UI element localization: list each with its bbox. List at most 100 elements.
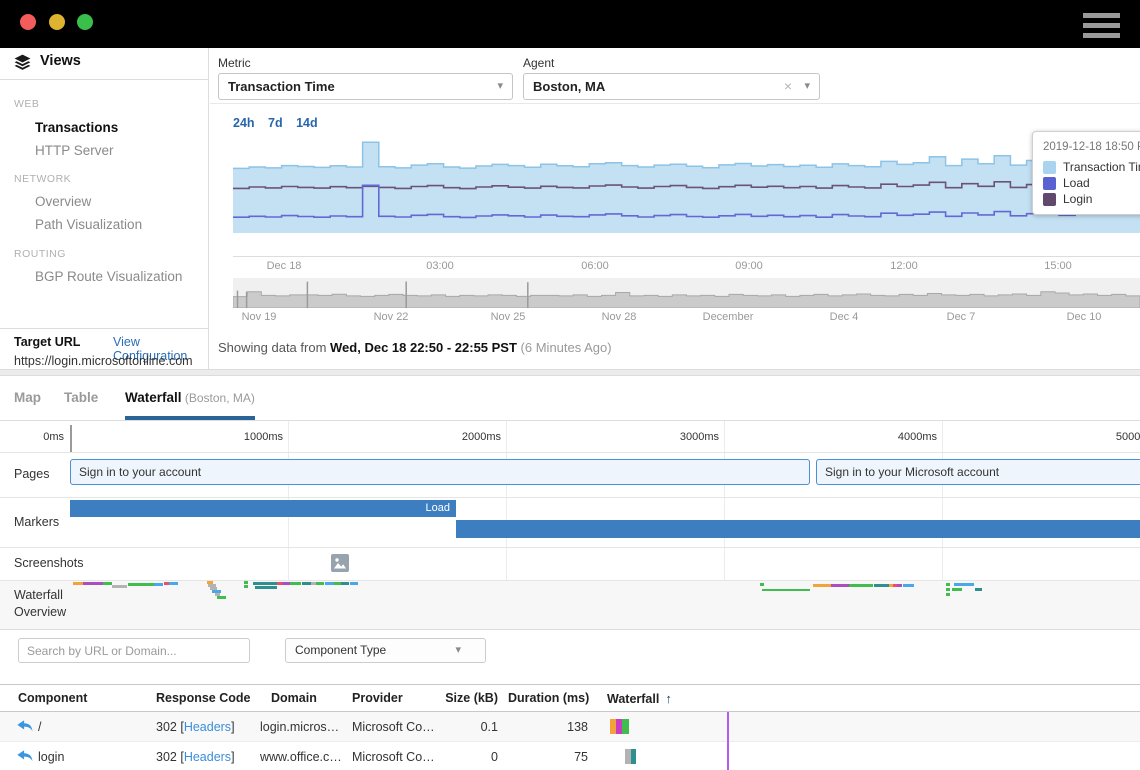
wf-axis-tick: 5000ms <box>1080 431 1140 443</box>
sidebar-item-path-visualization[interactable]: Path Visualization <box>35 217 142 232</box>
time-range-links: 24h 7d 14d <box>233 116 328 130</box>
legend-swatch-login <box>1043 193 1056 206</box>
zoom-window-icon[interactable] <box>77 14 93 30</box>
waterfall-segment <box>622 719 629 734</box>
cell-provider: Microsoft Co… <box>352 720 435 734</box>
resp-suffix: ] <box>231 720 234 734</box>
x-tick: 03:00 <box>426 260 454 272</box>
redirect-icon <box>16 749 34 764</box>
sidebar-item-transactions[interactable]: Transactions <box>35 120 118 135</box>
overview-segment <box>255 586 277 589</box>
range-24h-link[interactable]: 24h <box>233 116 255 130</box>
row-label-markers: Markers <box>14 515 59 529</box>
cell-domain: login.micros… <box>260 720 339 734</box>
row-divider <box>0 547 1140 548</box>
tab-table[interactable]: Table <box>64 390 98 405</box>
legend-label: Load <box>1063 176 1090 190</box>
overview-segment <box>253 582 277 585</box>
component-type-select[interactable]: Component Type ▾ <box>285 638 486 663</box>
col-domain[interactable]: Domain <box>271 691 317 705</box>
x-tick: 12:00 <box>890 260 918 272</box>
marker-bar-2[interactable] <box>456 520 1140 538</box>
views-header: Views <box>0 48 208 80</box>
screenshot-thumbnail-icon[interactable] <box>331 554 349 572</box>
tab-waterfall[interactable]: Waterfall (Boston, MA) <box>125 390 255 420</box>
range-14d-link[interactable]: 14d <box>296 116 318 130</box>
col-component[interactable]: Component <box>18 691 87 705</box>
legend-label: Login <box>1063 192 1092 206</box>
overview-segment <box>325 582 334 585</box>
headers-link[interactable]: Headers <box>184 750 231 764</box>
overview-segment <box>341 582 349 585</box>
cell-waterfall-bar[interactable] <box>625 749 636 764</box>
close-window-icon[interactable] <box>20 14 36 30</box>
timeline-brush[interactable] <box>233 278 1140 308</box>
brush-tick: Nov 19 <box>242 311 277 323</box>
sort-ascending-icon: ↑ <box>665 691 672 706</box>
row-label-screenshots: Screenshots <box>14 556 83 570</box>
hamburger-menu-icon[interactable] <box>1083 13 1120 38</box>
metric-select[interactable]: Transaction Time ▾ <box>218 73 513 100</box>
sidebar-item-http-server[interactable]: HTTP Server <box>35 143 114 158</box>
wf-axis-tick: 1000ms <box>208 431 283 443</box>
overview-segment <box>975 588 982 591</box>
range-7d-link[interactable]: 7d <box>268 116 283 130</box>
x-tick: Dec 18 <box>267 260 302 272</box>
marker-bar-load[interactable]: Load <box>70 500 456 517</box>
overview-segment <box>946 588 950 591</box>
x-axis-line <box>233 256 1140 257</box>
overview-segment <box>73 582 83 585</box>
views-title: Views <box>40 53 81 69</box>
sidebar-item-overview[interactable]: Overview <box>35 194 91 209</box>
brush-tick: Dec 10 <box>1067 311 1102 323</box>
overview-segment <box>282 582 290 585</box>
views-sidebar: Views WEB Transactions HTTP Server NETWO… <box>0 48 209 370</box>
overview-segment <box>217 596 226 599</box>
overview-segment <box>244 581 248 584</box>
overview-segment <box>334 582 341 585</box>
wf-axis-tick: 0ms <box>0 431 64 443</box>
search-input[interactable] <box>18 638 250 663</box>
view-tabs: Map Table Waterfall (Boston, MA) <box>0 376 1140 421</box>
tab-map[interactable]: Map <box>14 390 41 405</box>
page-bar-sign-in[interactable]: Sign in to your account <box>70 459 810 485</box>
overview-segment <box>290 582 301 585</box>
overview-segment <box>154 583 163 586</box>
sidebar-item-bgp-route-visualization[interactable]: BGP Route Visualization <box>35 269 182 284</box>
overview-segment <box>244 585 248 588</box>
window-titlebar <box>0 0 1140 48</box>
layers-icon <box>13 53 32 72</box>
chevron-down-icon: ▾ <box>804 74 810 99</box>
x-tick: 09:00 <box>735 260 763 272</box>
status-ago: (6 Minutes Ago) <box>517 340 612 355</box>
page-bar-sign-in-microsoft[interactable]: Sign in to your Microsoft account <box>816 459 1140 485</box>
overview-segment <box>903 584 914 587</box>
agent-select[interactable]: Boston, MA × ▾ <box>523 73 820 100</box>
cell-domain: www.office.c… <box>260 750 342 764</box>
overview-segment <box>169 582 178 585</box>
cell-duration: 75 <box>508 750 588 764</box>
overview-segment <box>849 584 873 587</box>
col-duration[interactable]: Duration (ms) <box>508 691 588 705</box>
table-row[interactable]: / 302 [Headers] login.micros… Microsoft … <box>0 712 1140 742</box>
col-size[interactable]: Size (kB) <box>438 691 498 705</box>
x-tick: 15:00 <box>1044 260 1072 272</box>
overview-segment <box>946 583 950 586</box>
section-label-web: WEB <box>14 98 39 110</box>
col-provider[interactable]: Provider <box>352 691 403 705</box>
legend-swatch-load <box>1043 177 1056 190</box>
transaction-time-chart[interactable] <box>233 140 1140 233</box>
overview-segment <box>954 583 974 586</box>
col-waterfall[interactable]: Waterfall↑ <box>607 691 672 706</box>
overview-segment <box>813 584 831 587</box>
table-row[interactable]: login 302 [Headers] www.office.c… Micros… <box>0 742 1140 770</box>
col-response-code[interactable]: Response Code <box>156 691 250 705</box>
minimize-window-icon[interactable] <box>49 14 65 30</box>
section-divider <box>0 369 1140 376</box>
cell-response-code: 302 [Headers] <box>156 750 235 764</box>
clear-agent-icon[interactable]: × <box>784 74 792 99</box>
component-type-value: Component Type <box>295 643 386 657</box>
cell-waterfall-bar[interactable] <box>610 719 629 734</box>
row-label-pages: Pages <box>14 467 49 481</box>
headers-link[interactable]: Headers <box>184 720 231 734</box>
